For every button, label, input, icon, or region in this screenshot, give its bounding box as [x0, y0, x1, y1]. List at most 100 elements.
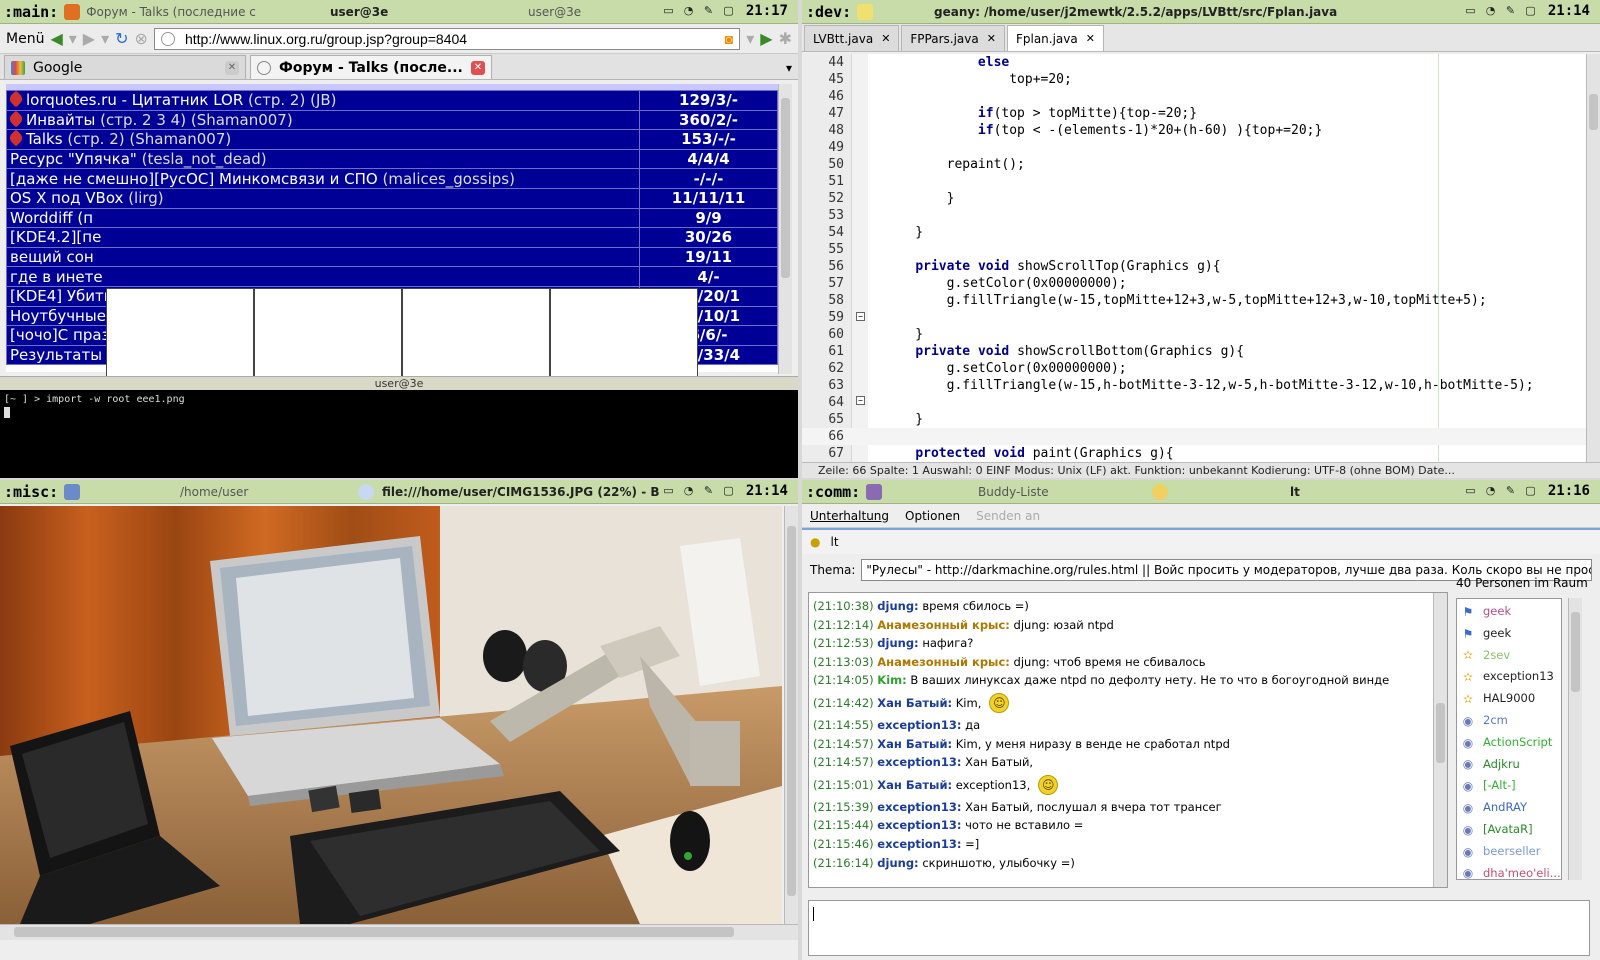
close-tab-icon[interactable]: ✕	[881, 32, 890, 45]
wifi-icon[interactable]: ◔	[1483, 483, 1498, 498]
note-icon[interactable]: ▢	[1523, 483, 1538, 498]
topic-link[interactable]: [KDE4.2][пе	[10, 229, 101, 247]
userlist-scrollbar[interactable]	[1568, 598, 1582, 880]
scroll-thumb[interactable]	[781, 98, 790, 278]
menu-options[interactable]: Optionen	[905, 509, 960, 523]
message-nick[interactable]: djung:	[877, 599, 918, 613]
topic-link[interactable]: [даже не смешно][РусОС] Минкомсвязи и СП…	[10, 170, 378, 188]
forum-topic-row[interactable]: Ресурс "Упячка" (tesla_not_dead) 4/4/4	[6, 148, 778, 170]
viewer-scrollbar[interactable]	[784, 506, 798, 924]
close-tab-icon[interactable]: ✕	[225, 60, 239, 75]
pen-icon[interactable]: ✎	[1503, 3, 1518, 18]
forum-topic-row[interactable]: Инвайты (стр. 2 3 4) (Shaman007) 360/2/-	[6, 109, 778, 131]
topic-link[interactable]: OS X под VBox	[10, 189, 123, 207]
battery-icon[interactable]: ▭	[1463, 483, 1478, 498]
forum-topic-row[interactable]: [даже не смешно][РусОС] Минкомсвязи и СП…	[6, 168, 778, 189]
close-tab-icon[interactable]: ✕	[1086, 32, 1095, 45]
browser-scrollbar[interactable]	[778, 84, 792, 374]
stop-icon[interactable]: ⊗	[135, 29, 148, 48]
message-nick[interactable]: Анамезонный крыс:	[877, 655, 1010, 669]
topic-link[interactable]: lorquotes.ru - Цитатник LOR	[26, 91, 243, 109]
wifi-icon[interactable]: ◔	[681, 3, 696, 18]
forum-topic-row[interactable]: [KDE4.2][пе 30/26	[6, 227, 778, 248]
rss-icon[interactable]: ◙	[725, 31, 733, 47]
note-icon[interactable]: ▢	[721, 3, 736, 18]
pen-icon[interactable]: ✎	[701, 3, 716, 18]
topic-link[interactable]: Worddiff (п	[10, 209, 93, 227]
tag-label[interactable]: :misc:	[0, 483, 64, 501]
user-list-item[interactable]: ✫ HAL9000	[1457, 688, 1561, 710]
message-nick[interactable]: Анамезонный крыс:	[877, 618, 1010, 632]
tab-forum[interactable]: Форум - Talks (после... ✕	[250, 55, 492, 79]
back-dropdown-icon[interactable]: ▾	[69, 29, 77, 48]
message-nick[interactable]: exception13:	[877, 755, 961, 769]
settings-icon[interactable]: ✱	[779, 29, 792, 48]
scroll-thumb[interactable]	[14, 927, 734, 937]
tag-label[interactable]: :comm:	[802, 483, 866, 501]
battery-icon[interactable]: ▭	[1463, 3, 1478, 18]
user-list-item[interactable]: ◉ beerseller	[1457, 841, 1561, 863]
user-list-item[interactable]: ◉ ActionScript	[1457, 732, 1561, 754]
chat-log[interactable]: (21:10:38) djung: время сбилось =) (21:12…	[808, 592, 1448, 888]
user-list-item[interactable]: ◉ [-Alt-]	[1457, 775, 1561, 797]
forward-dropdown-icon[interactable]: ▾	[101, 29, 109, 48]
user-list-item[interactable]: ◉ AndRAY	[1457, 797, 1561, 819]
buddy-list-label[interactable]: Buddy-Liste	[978, 485, 1049, 499]
tab-fppars[interactable]: FPPars.java ✕	[901, 25, 1005, 51]
scroll-thumb[interactable]	[1436, 703, 1445, 763]
note-icon[interactable]: ▢	[721, 483, 736, 498]
reload-icon[interactable]: ↻	[115, 29, 128, 48]
tab-list-icon[interactable]: ▾	[786, 61, 792, 75]
url-bar[interactable]: http://www.linux.org.ru/group.jsp?group=…	[153, 27, 741, 50]
topic-link[interactable]: Talks	[26, 131, 63, 149]
topic-link[interactable]: Ресурс "Упячка"	[10, 150, 137, 168]
user-list[interactable]: ⚑ geek ⚑ geek ✫ 2sev ✫ exception13 ✫ HAL9000 ◉ 2cm ◉…	[1456, 598, 1562, 880]
user-list-item[interactable]: ◉ Adjkru	[1457, 754, 1561, 776]
forum-topic-row[interactable]: lorquotes.ru - Цитатник LOR (стр. 2) (JB…	[6, 90, 778, 111]
user-list-item[interactable]: ◉ 2cm	[1457, 710, 1561, 732]
forum-topic-row[interactable]: вещий сон 19/11	[6, 246, 778, 268]
close-tab-icon[interactable]: ✕	[987, 32, 996, 45]
user-list-item[interactable]: ✫ exception13	[1457, 666, 1561, 688]
url-dropdown-icon[interactable]: ▾	[746, 29, 754, 48]
battery-icon[interactable]: ▭	[661, 3, 676, 18]
fold-toggle-icon[interactable]: −	[856, 396, 865, 405]
user-list-item[interactable]: ⚑ geek	[1457, 601, 1561, 623]
tab-fplan[interactable]: Fplan.java ✕	[1006, 25, 1104, 51]
wifi-icon[interactable]: ◔	[1483, 3, 1498, 18]
user-list-item[interactable]: ◉ dha'meo'eli...	[1457, 863, 1561, 879]
tag-label[interactable]: :main:	[0, 3, 64, 21]
pen-icon[interactable]: ✎	[701, 483, 716, 498]
wifi-icon[interactable]: ◔	[681, 483, 696, 498]
terminal[interactable]: [~ ] > import -w root eee1.png	[0, 390, 798, 478]
chat-scrollbar[interactable]	[1433, 593, 1447, 887]
scroll-thumb[interactable]	[1589, 94, 1598, 130]
message-nick[interactable]: Kim:	[877, 673, 906, 687]
message-nick[interactable]: Хан Батый:	[877, 737, 952, 751]
fold-toggle-icon[interactable]: −	[856, 312, 865, 321]
topic-link[interactable]: Инвайты	[26, 111, 95, 129]
viewer-hscrollbar[interactable]	[0, 924, 798, 940]
message-nick[interactable]: djung:	[877, 636, 918, 650]
note-icon[interactable]: ▢	[1523, 3, 1538, 18]
forum-topic-row[interactable]: где в инете 4/-	[6, 266, 778, 287]
topic-link[interactable]: вещий сон	[10, 248, 94, 266]
close-tab-icon[interactable]: ✕	[471, 60, 485, 75]
menu-button[interactable]: Menü	[6, 31, 44, 47]
user-list-item[interactable]: ◉ [AvataR]	[1457, 819, 1561, 841]
tab-lvbtt[interactable]: LVBtt.java ✕	[804, 25, 900, 51]
message-nick[interactable]: exception13:	[877, 718, 961, 732]
code-editor[interactable]: 44 else 45 top+=20; 46 47 if(top > topMitte…	[802, 54, 1600, 462]
forum-topic-row[interactable]: Worddiff (п 9/9	[6, 207, 778, 229]
forum-topic-row[interactable]: OS X под VBox (lirg) 11/11/11	[6, 187, 778, 209]
message-nick[interactable]: exception13:	[877, 837, 961, 851]
editor-scrollbar[interactable]	[1586, 54, 1600, 462]
forum-topic-row[interactable]: Talks (стр. 2) (Shaman007) 153/-/-	[6, 129, 778, 150]
message-nick[interactable]: Хан Батый:	[877, 778, 952, 792]
message-nick[interactable]: exception13:	[877, 800, 961, 814]
topic-link[interactable]: где в инете	[10, 268, 103, 286]
forward-icon[interactable]: ▶	[83, 29, 95, 48]
tab-lt[interactable]: ● lt	[802, 528, 1600, 554]
go-icon[interactable]: ▶	[760, 29, 772, 48]
menu-conversation[interactable]: Unterhaltung	[810, 509, 889, 523]
